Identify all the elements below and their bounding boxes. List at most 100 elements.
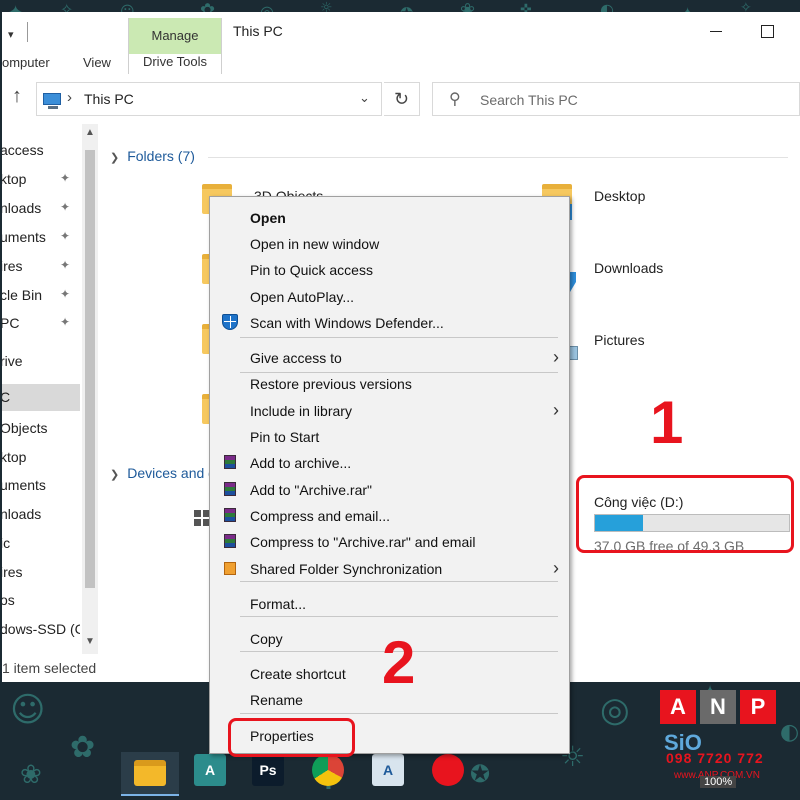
search-input[interactable]: ⚲ Search This PC (432, 82, 800, 116)
sidebar-item[interactable]: nloads (2, 501, 80, 528)
address-bar[interactable]: › This PC ⌄ (36, 82, 382, 116)
pin-icon: ✦ (60, 258, 71, 272)
sidebar-item-label: Objects (2, 420, 48, 436)
menu-item-shared-folder-synchronization[interactable]: Shared Folder Synchronization › (210, 556, 569, 582)
folder-label[interactable]: Pictures (594, 332, 645, 348)
folders-group-header[interactable]: ❯ Folders (7) (110, 148, 195, 164)
menu-item-include-in-library[interactable]: Include in library › (210, 398, 569, 424)
chrome-icon[interactable] (312, 754, 344, 786)
menu-item-label: Compress to "Archive.rar" and email (250, 534, 476, 550)
sidebar-item[interactable]: rive (2, 348, 80, 375)
photoshop-icon[interactable]: Ps (252, 754, 284, 786)
maximize-button[interactable] (754, 20, 784, 44)
sidebar-item-label: ktop (2, 449, 27, 465)
sidebar-item[interactable]: dows-SSD (C (2, 616, 80, 643)
step-1-label: 1 (650, 389, 684, 456)
nav-scrollbar[interactable]: ▲ ▼ (82, 124, 98, 654)
sidebar-item-label: ktop (2, 171, 27, 187)
up-arrow-icon[interactable]: ↑ (12, 85, 22, 108)
watermark-letter: A (660, 690, 696, 724)
sidebar-item[interactable]: ires ✦ (2, 253, 80, 280)
sidebar-item[interactable]: ktop ✦ (2, 166, 80, 193)
menu-item-open-autoplay[interactable]: Open AutoPlay... (210, 284, 569, 310)
sidebar-item[interactable]: uments (2, 472, 80, 499)
menu-item-label: Restore previous versions (250, 376, 412, 392)
refresh-button[interactable]: ↻ (384, 82, 420, 116)
menu-item-open[interactable]: Open (210, 205, 569, 231)
folder-label[interactable]: Desktop (594, 188, 645, 204)
menu-item-add-to-archive-rar[interactable]: Add to "Archive.rar" (210, 477, 569, 503)
menu-item-label: Add to archive... (250, 455, 352, 471)
menu-item-scan-with-windows-defender[interactable]: Scan with Windows Defender... (210, 310, 569, 336)
scroll-up-icon[interactable]: ▲ (85, 127, 95, 138)
title-bar: ▾ Manage Drive Tools This PC omputer Vie… (2, 12, 800, 74)
collapse-chevron-icon[interactable]: ❯ (110, 152, 119, 164)
menu-item-restore-previous-versions[interactable]: Restore previous versions (210, 371, 569, 397)
manage-contextual-tab[interactable]: Manage Drive Tools (128, 18, 222, 74)
submenu-chevron-icon: › (553, 400, 559, 420)
winrar-icon (224, 482, 236, 496)
sidebar-item[interactable]: os (2, 587, 80, 614)
sidebar-item[interactable]: access (2, 137, 80, 164)
this-pc-icon (43, 93, 61, 109)
sidebar-item[interactable]: PC ✦ (2, 310, 80, 337)
drive-highlight-annotation (576, 475, 794, 553)
sidebar-item[interactable]: nloads ✦ (2, 195, 80, 222)
file-explorer-icon[interactable] (134, 760, 166, 786)
sidebar-item[interactable]: uments ✦ (2, 224, 80, 251)
collapse-chevron-icon[interactable]: ❯ (110, 469, 119, 481)
tab-drive-tools[interactable]: Drive Tools (129, 54, 221, 74)
group-divider (208, 157, 788, 158)
manage-label: Manage (151, 28, 199, 43)
devices-group-header[interactable]: ❯ Devices and d (110, 465, 216, 481)
sidebar-item[interactable]: ic (2, 530, 80, 557)
menu-item-label: Shared Folder Synchronization (250, 561, 443, 577)
breadcrumb-separator-icon[interactable]: › (67, 89, 72, 106)
sidebar-item[interactable]: C (2, 384, 80, 411)
sidebar-item[interactable]: ktop (2, 444, 80, 471)
watermark-letter: P (740, 690, 776, 724)
breadcrumb-this-pc[interactable]: This PC (84, 91, 134, 107)
submenu-chevron-icon: › (553, 347, 559, 367)
shield-icon (222, 314, 238, 330)
sidebar-item-label: os (2, 592, 15, 608)
autocad-icon[interactable]: A (372, 754, 404, 786)
tab-computer[interactable]: omputer (2, 55, 50, 70)
sidebar-item-label: uments (2, 229, 46, 245)
sidebar-item[interactable]: Objects (2, 415, 80, 442)
garena-icon[interactable] (432, 754, 464, 786)
quick-access-toolbar-dropdown-icon[interactable]: ▾ (8, 28, 14, 41)
sidebar-item[interactable]: cle Bin ✦ (2, 282, 80, 309)
address-dropdown-icon[interactable]: ⌄ (359, 90, 370, 106)
status-selection-count: 1 item selected (2, 660, 97, 676)
menu-item-compress-and-email[interactable]: Compress and email... (210, 503, 569, 529)
pin-icon: ✦ (60, 287, 71, 301)
menu-item-label: Open AutoPlay... (250, 289, 355, 305)
menu-item-label: Pin to Quick access (250, 262, 373, 278)
menu-item-pin-to-quick-access[interactable]: Pin to Quick access (210, 257, 569, 283)
menu-item-label: Pin to Start (250, 429, 320, 445)
toolbar-divider (27, 22, 28, 42)
menu-item-open-in-new-window[interactable]: Open in new window (210, 231, 569, 257)
watermark-phone: 098 7720 772 (666, 750, 764, 766)
menu-item-label: Include in library (250, 403, 352, 419)
scroll-down-icon[interactable]: ▼ (85, 636, 95, 647)
nav-scrollbar-thumb[interactable] (85, 150, 95, 588)
sidebar-item-label: ires (2, 258, 23, 274)
minimize-button[interactable] (702, 20, 732, 44)
menu-item-compress-to-archive-rar-and-email[interactable]: Compress to "Archive.rar" and email (210, 529, 569, 555)
menu-item-pin-to-start[interactable]: Pin to Start (210, 424, 569, 450)
properties-highlight-annotation (228, 718, 355, 757)
menu-item-give-access-to[interactable]: Give access to › (210, 345, 569, 371)
menu-item-label: Copy (250, 631, 283, 647)
menu-item-format[interactable]: Format... (210, 591, 569, 617)
sidebar-item-label: ic (2, 535, 11, 551)
step-2-label: 2 (382, 629, 416, 696)
windows-drive-icon (194, 510, 210, 526)
folder-label[interactable]: Downloads (594, 260, 663, 276)
autocad-architecture-icon[interactable]: A (194, 754, 226, 786)
menu-item-add-to-archive[interactable]: Add to archive... (210, 450, 569, 476)
sidebar-item[interactable]: ires (2, 559, 80, 586)
tab-view[interactable]: View (83, 55, 111, 70)
menu-separator (240, 713, 558, 714)
